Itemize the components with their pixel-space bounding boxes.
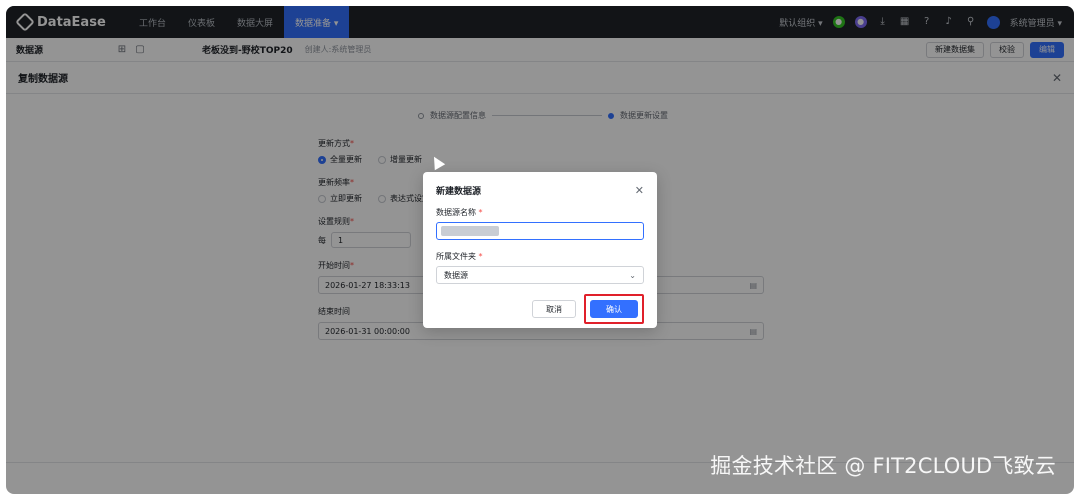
chevron-down-icon: ⌄ — [629, 270, 636, 280]
new-datasource-dialog: 新建数据源 ✕ 数据源名称 * 所属文件夹 * 数据源 ⌄ 取消 确认 — [423, 172, 657, 328]
redacted-value — [441, 226, 499, 236]
watermark: 掘金技术社区 @ FIT2CLOUD飞致云 — [710, 454, 1056, 478]
cancel-button[interactable]: 取消 — [532, 300, 576, 318]
folder-label: 所属文件夹 * — [436, 252, 483, 261]
confirm-highlight-box: 确认 — [584, 294, 644, 324]
dialog-title: 新建数据源 — [436, 187, 482, 197]
dialog-footer: 取消 确认 — [436, 294, 644, 324]
dialog-header: 新建数据源 ✕ — [436, 184, 644, 197]
datasource-name-input[interactable] — [436, 222, 644, 240]
folder-select[interactable]: 数据源 ⌄ — [436, 266, 644, 284]
close-icon[interactable]: ✕ — [635, 184, 644, 197]
app-window: DataEase 工作台 仪表板 数据大屏 数据准备 ▾ 默认组织 ▾ ● ● … — [6, 6, 1074, 494]
name-label: 数据源名称 * — [436, 208, 483, 217]
confirm-button[interactable]: 确认 — [590, 300, 638, 318]
